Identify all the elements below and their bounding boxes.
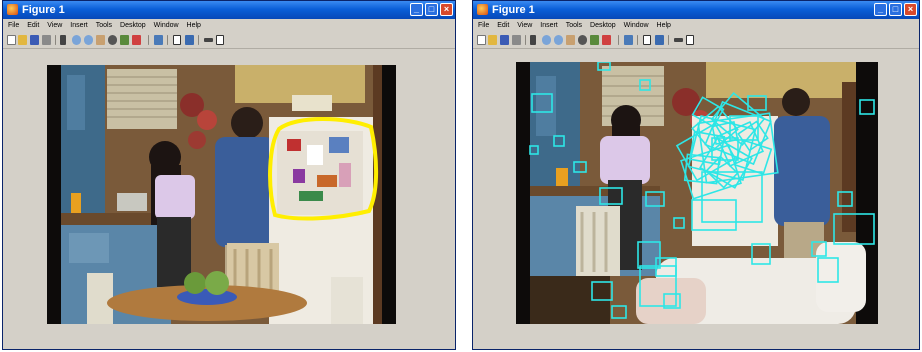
data-cursor-icon[interactable] [120,35,129,45]
title-bar[interactable]: Figure 1 _ □ × [473,1,919,19]
dock-icon[interactable] [686,35,694,45]
menu-file[interactable]: File [478,22,489,29]
toolbar-separator [198,35,199,45]
video-frame-axes[interactable] [47,65,396,324]
menu-window[interactable]: Window [624,22,649,29]
colorbar-icon[interactable] [154,35,163,45]
matlab-logo-icon [7,4,18,15]
pointer-icon[interactable] [60,35,66,45]
new-file-icon[interactable] [477,35,486,45]
minimize-icon[interactable]: _ [410,3,423,16]
matlab-logo-icon [477,4,488,15]
new-file-icon[interactable] [7,35,16,45]
figure-toolbar [3,33,455,49]
maximize-icon[interactable]: □ [425,3,438,16]
toolbar-separator [167,35,168,45]
menu-desktop[interactable]: Desktop [590,22,616,29]
menu-file[interactable]: File [8,22,19,29]
pointer-icon[interactable] [530,35,536,45]
pan-icon[interactable] [566,35,575,45]
menu-insert[interactable]: Insert [70,22,88,29]
figure-window-right: Figure 1 _ □ × File Edit View Insert Too… [472,0,920,350]
save-icon[interactable] [500,35,509,45]
save-icon[interactable] [30,35,39,45]
menu-desktop[interactable]: Desktop [120,22,146,29]
title-bar[interactable]: Figure 1 _ □ × [3,1,455,19]
open-icon[interactable] [18,35,27,45]
close-icon[interactable]: × [904,3,917,16]
scene-image [47,65,396,324]
scene-image [516,62,878,324]
rotate-icon[interactable] [578,35,587,45]
video-frame-axes[interactable] [516,62,878,324]
menu-tools[interactable]: Tools [96,22,112,29]
menu-edit[interactable]: Edit [497,22,509,29]
minimize-icon[interactable]: _ [874,3,887,16]
plot-tools-icon[interactable] [674,38,683,42]
brush-icon[interactable] [132,35,141,45]
menu-insert[interactable]: Insert [540,22,558,29]
menu-bar: File Edit View Insert Tools Desktop Wind… [3,19,455,32]
menu-window[interactable]: Window [154,22,179,29]
window-title: Figure 1 [492,4,535,16]
pan-icon[interactable] [96,35,105,45]
zoom-in-icon[interactable] [72,35,81,45]
toolbar-separator [668,35,669,45]
menu-help[interactable]: Help [187,22,201,29]
rotate-icon[interactable] [108,35,117,45]
menu-bar: File Edit View Insert Tools Desktop Wind… [473,19,919,32]
zoom-out-icon[interactable] [84,35,93,45]
menu-view[interactable]: View [47,22,62,29]
toolbar-separator [618,35,619,45]
dock-icon[interactable] [216,35,224,45]
data-cursor-icon[interactable] [590,35,599,45]
colorbar-icon[interactable] [624,35,633,45]
figure-window-left: Figure 1 _ □ × File Edit View Insert Too… [2,0,456,350]
open-icon[interactable] [488,35,497,45]
grid-icon[interactable] [185,35,194,45]
legend-icon[interactable] [173,35,181,45]
toolbar-separator [637,35,638,45]
figure-toolbar [473,33,919,49]
maximize-icon[interactable]: □ [889,3,902,16]
brush-icon[interactable] [602,35,611,45]
grid-icon[interactable] [655,35,664,45]
menu-edit[interactable]: Edit [27,22,39,29]
zoom-out-icon[interactable] [554,35,563,45]
print-icon[interactable] [42,35,51,45]
plot-tools-icon[interactable] [204,38,213,42]
close-icon[interactable]: × [440,3,453,16]
menu-tools[interactable]: Tools [566,22,582,29]
zoom-in-icon[interactable] [542,35,551,45]
print-icon[interactable] [512,35,521,45]
legend-icon[interactable] [643,35,651,45]
menu-view[interactable]: View [517,22,532,29]
menu-help[interactable]: Help [657,22,671,29]
toolbar-separator [148,35,149,45]
toolbar-separator [525,35,526,45]
toolbar-separator [55,35,56,45]
window-title: Figure 1 [22,4,65,16]
